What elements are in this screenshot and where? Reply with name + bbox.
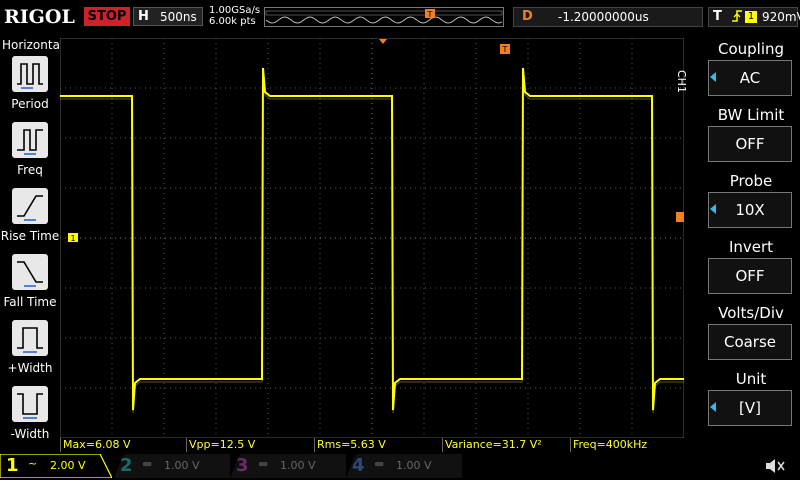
trigger-time-marker: T — [500, 44, 510, 54]
sampling-info: 1.00GSa/s 6.00k pts — [209, 5, 260, 27]
channel-1-status[interactable]: 1 ~ 2.00 V — [0, 454, 112, 478]
measure-freq-button[interactable]: Freq — [0, 122, 60, 186]
measurement-bar: Max=6.08 V Vpp=12.5 V Rms=5.63 V Varianc… — [60, 438, 700, 452]
timebase-value: 500ns — [160, 10, 197, 24]
measure-minus-width-button[interactable]: -Width — [0, 386, 60, 450]
channel-status-bar: 1 ~ 2.00 V 2 ▬ 1.00 V 3 ▬ 1.00 V 4 ▬ 1.0… — [0, 452, 800, 480]
delay-value: -1.20000000us — [558, 10, 649, 24]
run-stop-indicator[interactable]: STOP — [84, 7, 130, 26]
trigger-source-badge: 1 — [745, 11, 757, 23]
channel-2-status[interactable]: 2 ▬ 1.00 V — [114, 454, 230, 478]
svg-text:T: T — [427, 10, 433, 19]
delay-box[interactable]: D -1.20000000us — [513, 7, 703, 27]
freq-label: Freq — [17, 163, 43, 177]
plus-width-label: +Width — [7, 361, 53, 375]
channel-1-scale: 2.00 V — [50, 459, 86, 472]
timebase-box[interactable]: H 500ns — [133, 7, 203, 26]
unit-arrow-icon — [710, 402, 716, 412]
timebase-label: H — [138, 9, 149, 24]
invert-title: Invert — [728, 238, 774, 256]
bw-limit-title: BW Limit — [717, 106, 785, 124]
svg-text:1: 1 — [70, 234, 75, 243]
measure-period-button[interactable]: Period — [0, 56, 60, 120]
channel-3-coupling-icon: ▬ — [258, 457, 269, 470]
channel-1-coupling: ~ — [28, 457, 38, 470]
measurement-max: Max=6.08 V — [60, 438, 130, 452]
period-label: Period — [11, 97, 49, 111]
minus-width-label: -Width — [10, 427, 50, 441]
measurement-variance: Variance=31.7 V² — [442, 438, 542, 452]
measure-rise-time-button[interactable]: Rise Time — [0, 188, 60, 252]
channel-2-coupling-icon: ▬ — [142, 457, 153, 470]
trigger-level: 920mV — [762, 10, 800, 24]
coupling-softkey[interactable]: Coupling AC — [704, 38, 798, 102]
delay-label: D — [522, 9, 533, 24]
unit-softkey[interactable]: Unit [V] — [704, 368, 798, 432]
trigger-position-marker: T — [425, 9, 435, 19]
measure-plus-width-button[interactable]: +Width — [0, 320, 60, 384]
rise-time-label: Rise Time — [0, 229, 60, 243]
probe-softkey[interactable]: Probe 10X — [704, 170, 798, 234]
probe-arrow-icon — [710, 204, 716, 214]
channel-4-coupling-icon: ▬ — [374, 457, 385, 470]
waveform-svg: 1 T — [59, 37, 685, 439]
period-icon — [12, 56, 48, 92]
channel-4-number: 4 — [352, 455, 365, 476]
svg-text:T: T — [502, 45, 508, 54]
trigger-label: T — [713, 9, 722, 24]
bw-limit-softkey[interactable]: BW Limit OFF — [704, 104, 798, 168]
coupling-value: AC — [708, 60, 792, 96]
measure-menu-panel: Horizontal Period Freq Rise Time Fall Ti… — [0, 38, 64, 441]
probe-title: Probe — [729, 172, 773, 190]
channel-1-number: 1 — [6, 455, 19, 476]
invert-softkey[interactable]: Invert OFF — [704, 236, 798, 300]
plus-width-icon — [12, 320, 48, 356]
rise-time-icon — [12, 188, 48, 224]
volts-div-value: Coarse — [708, 324, 792, 360]
trigger-level-marker — [676, 212, 684, 222]
brand-logo: RIGOL — [4, 6, 75, 28]
channel-4-status[interactable]: 4 ▬ 1.00 V — [346, 454, 462, 478]
trigger-box[interactable]: T 1 920mV — [708, 7, 800, 30]
channel-menu-panel: Coupling AC BW Limit OFF Probe 10X Inver… — [704, 38, 800, 438]
channel-menu-tag: CH1 — [675, 70, 688, 93]
rising-edge-icon — [731, 8, 743, 30]
volts-div-softkey[interactable]: Volts/Div Coarse — [704, 302, 798, 366]
unit-value: [V] — [708, 390, 792, 426]
ch1-offset-marker: 1 — [68, 233, 78, 243]
channel-3-status[interactable]: 3 ▬ 1.00 V — [230, 454, 346, 478]
speaker-muted-icon[interactable] — [764, 458, 786, 474]
memory-position-bar[interactable]: T — [264, 7, 504, 27]
channel-3-number: 3 — [236, 455, 249, 476]
channel-2-number: 2 — [120, 455, 133, 476]
waveform-display[interactable]: 1 T — [59, 37, 685, 439]
measurement-vpp: Vpp=12.5 V — [186, 438, 255, 452]
measure-fall-time-button[interactable]: Fall Time — [0, 254, 60, 318]
coupling-arrow-icon — [710, 72, 716, 82]
measurement-freq: Freq=400kHz — [570, 438, 647, 452]
channel-4-scale: 1.00 V — [396, 459, 432, 472]
memory-waveform-preview: T — [265, 9, 503, 24]
sample-rate: 1.00GSa/s — [209, 5, 261, 16]
freq-icon — [12, 122, 48, 158]
coupling-title: Coupling — [717, 40, 785, 58]
top-status-bar: RIGOL STOP H 500ns 1.00GSa/s 6.00k pts T… — [0, 0, 800, 36]
bw-limit-value: OFF — [708, 126, 792, 162]
channel-2-scale: 1.00 V — [164, 459, 200, 472]
fall-time-label: Fall Time — [3, 295, 57, 309]
minus-width-icon — [12, 386, 48, 422]
probe-value: 10X — [708, 192, 792, 228]
volts-div-title: Volts/Div — [718, 304, 784, 322]
sample-points: 6.00k pts — [209, 16, 256, 27]
channel-3-scale: 1.00 V — [280, 459, 316, 472]
unit-title: Unit — [735, 370, 767, 388]
fall-time-icon — [12, 254, 48, 290]
measurement-rms: Rms=5.63 V — [314, 438, 386, 452]
invert-value: OFF — [708, 258, 792, 294]
panel-title: Horizontal — [2, 38, 64, 52]
